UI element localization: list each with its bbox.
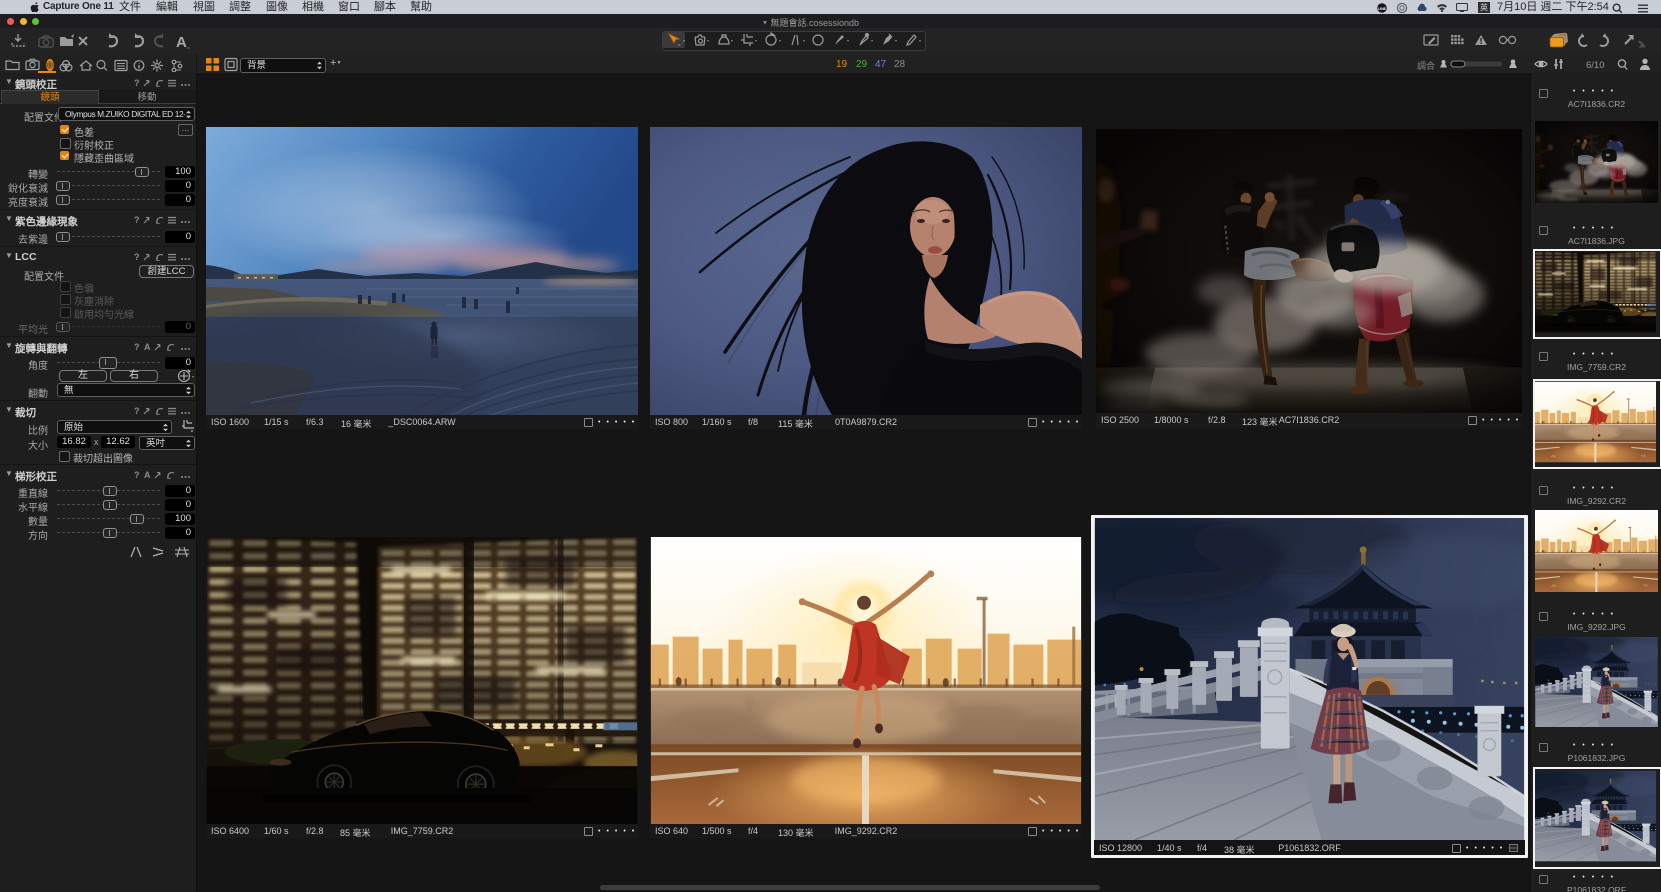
svg-text:A: A — [176, 34, 187, 51]
svg-text:6/10: 6/10 — [1586, 60, 1605, 71]
svg-text:LINE: LINE — [1378, 7, 1387, 11]
